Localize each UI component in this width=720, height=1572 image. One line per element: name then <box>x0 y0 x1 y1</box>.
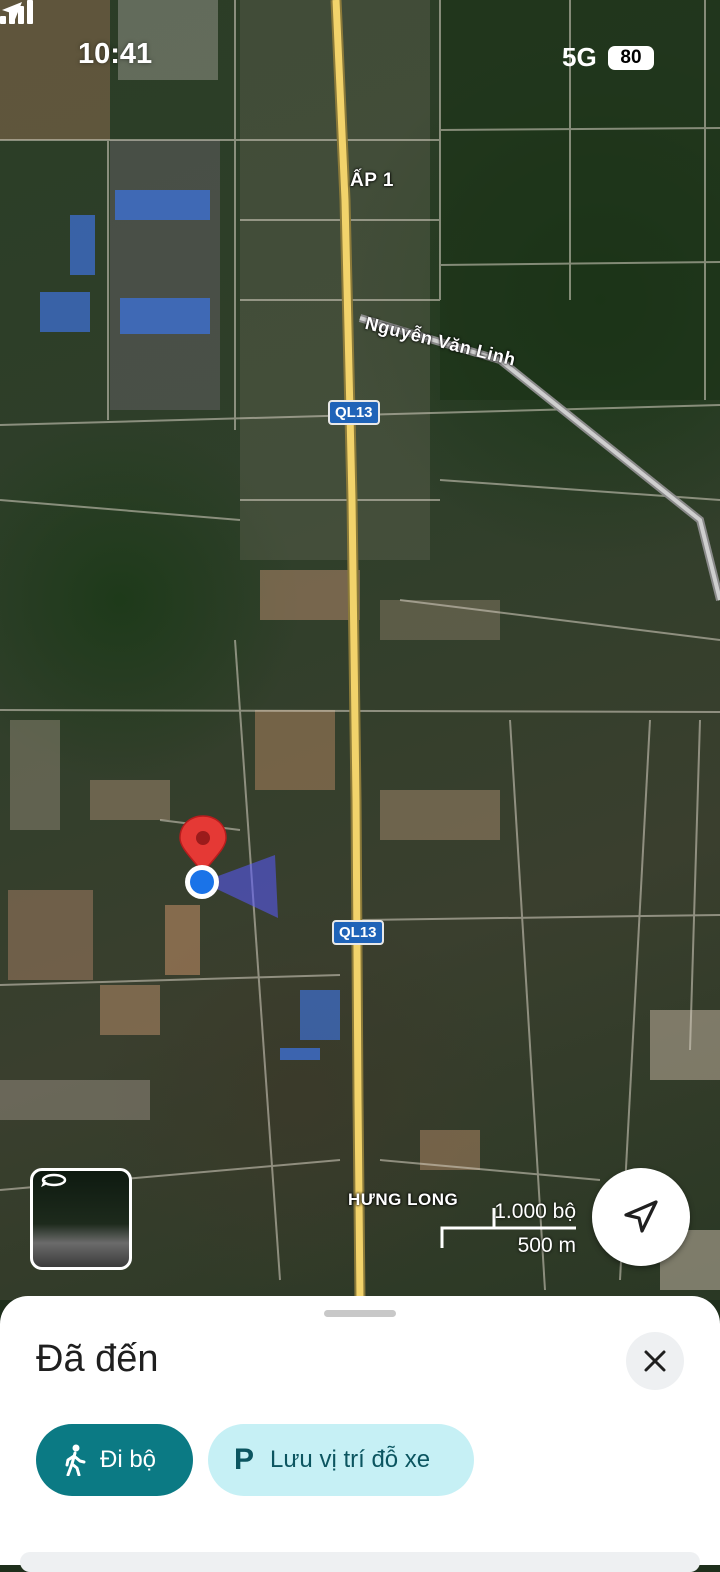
highway-shield-top: QL13 <box>328 400 380 425</box>
map-view[interactable]: ẤP 1 Nguyễn Văn Linh QL13 QL13 HƯNG LONG… <box>0 0 720 1300</box>
close-button[interactable] <box>626 1332 684 1390</box>
navigation-arrow-icon <box>624 1200 658 1233</box>
bottom-sheet: Đã đến Đi bộ P Lưu vị trí đỗ xe <box>0 1296 720 1572</box>
recenter-button[interactable] <box>592 1168 690 1266</box>
street-view-thumbnail[interactable] <box>30 1168 132 1270</box>
status-bar: 10:41 5G 80 <box>0 0 720 110</box>
network-type: 5G <box>562 42 597 72</box>
scale-imperial: 1.000 bộ <box>494 1200 576 1223</box>
save-parking-button[interactable]: P Lưu vị trí đỗ xe <box>208 1424 474 1496</box>
highway-shield-bottom: QL13 <box>332 920 384 945</box>
rotate-360-icon <box>41 1173 67 1188</box>
arrived-title: Đã đến <box>36 1338 159 1380</box>
map-roads <box>0 0 720 1300</box>
scale-metric: 500 m <box>517 1234 576 1257</box>
walk-button[interactable]: Đi bộ <box>36 1424 193 1496</box>
user-location-icon <box>185 865 219 899</box>
destination-pin-icon <box>179 815 227 875</box>
map-scale: 1.000 bộ 500 m <box>440 1200 580 1260</box>
walking-person-icon <box>65 1444 86 1476</box>
battery-indicator: 80 <box>608 46 654 70</box>
close-icon <box>644 1350 666 1372</box>
status-time: 10:41 <box>78 38 153 70</box>
save-parking-label: Lưu vị trí đỗ xe <box>270 1446 431 1473</box>
walk-label: Đi bộ <box>100 1446 157 1473</box>
sheet-drag-handle[interactable] <box>324 1310 396 1317</box>
signal-bars-icon <box>0 0 33 24</box>
parking-icon: P <box>234 1443 255 1476</box>
map-label-ap1: ẤP 1 <box>350 170 394 191</box>
sheet-next-card <box>20 1552 700 1572</box>
